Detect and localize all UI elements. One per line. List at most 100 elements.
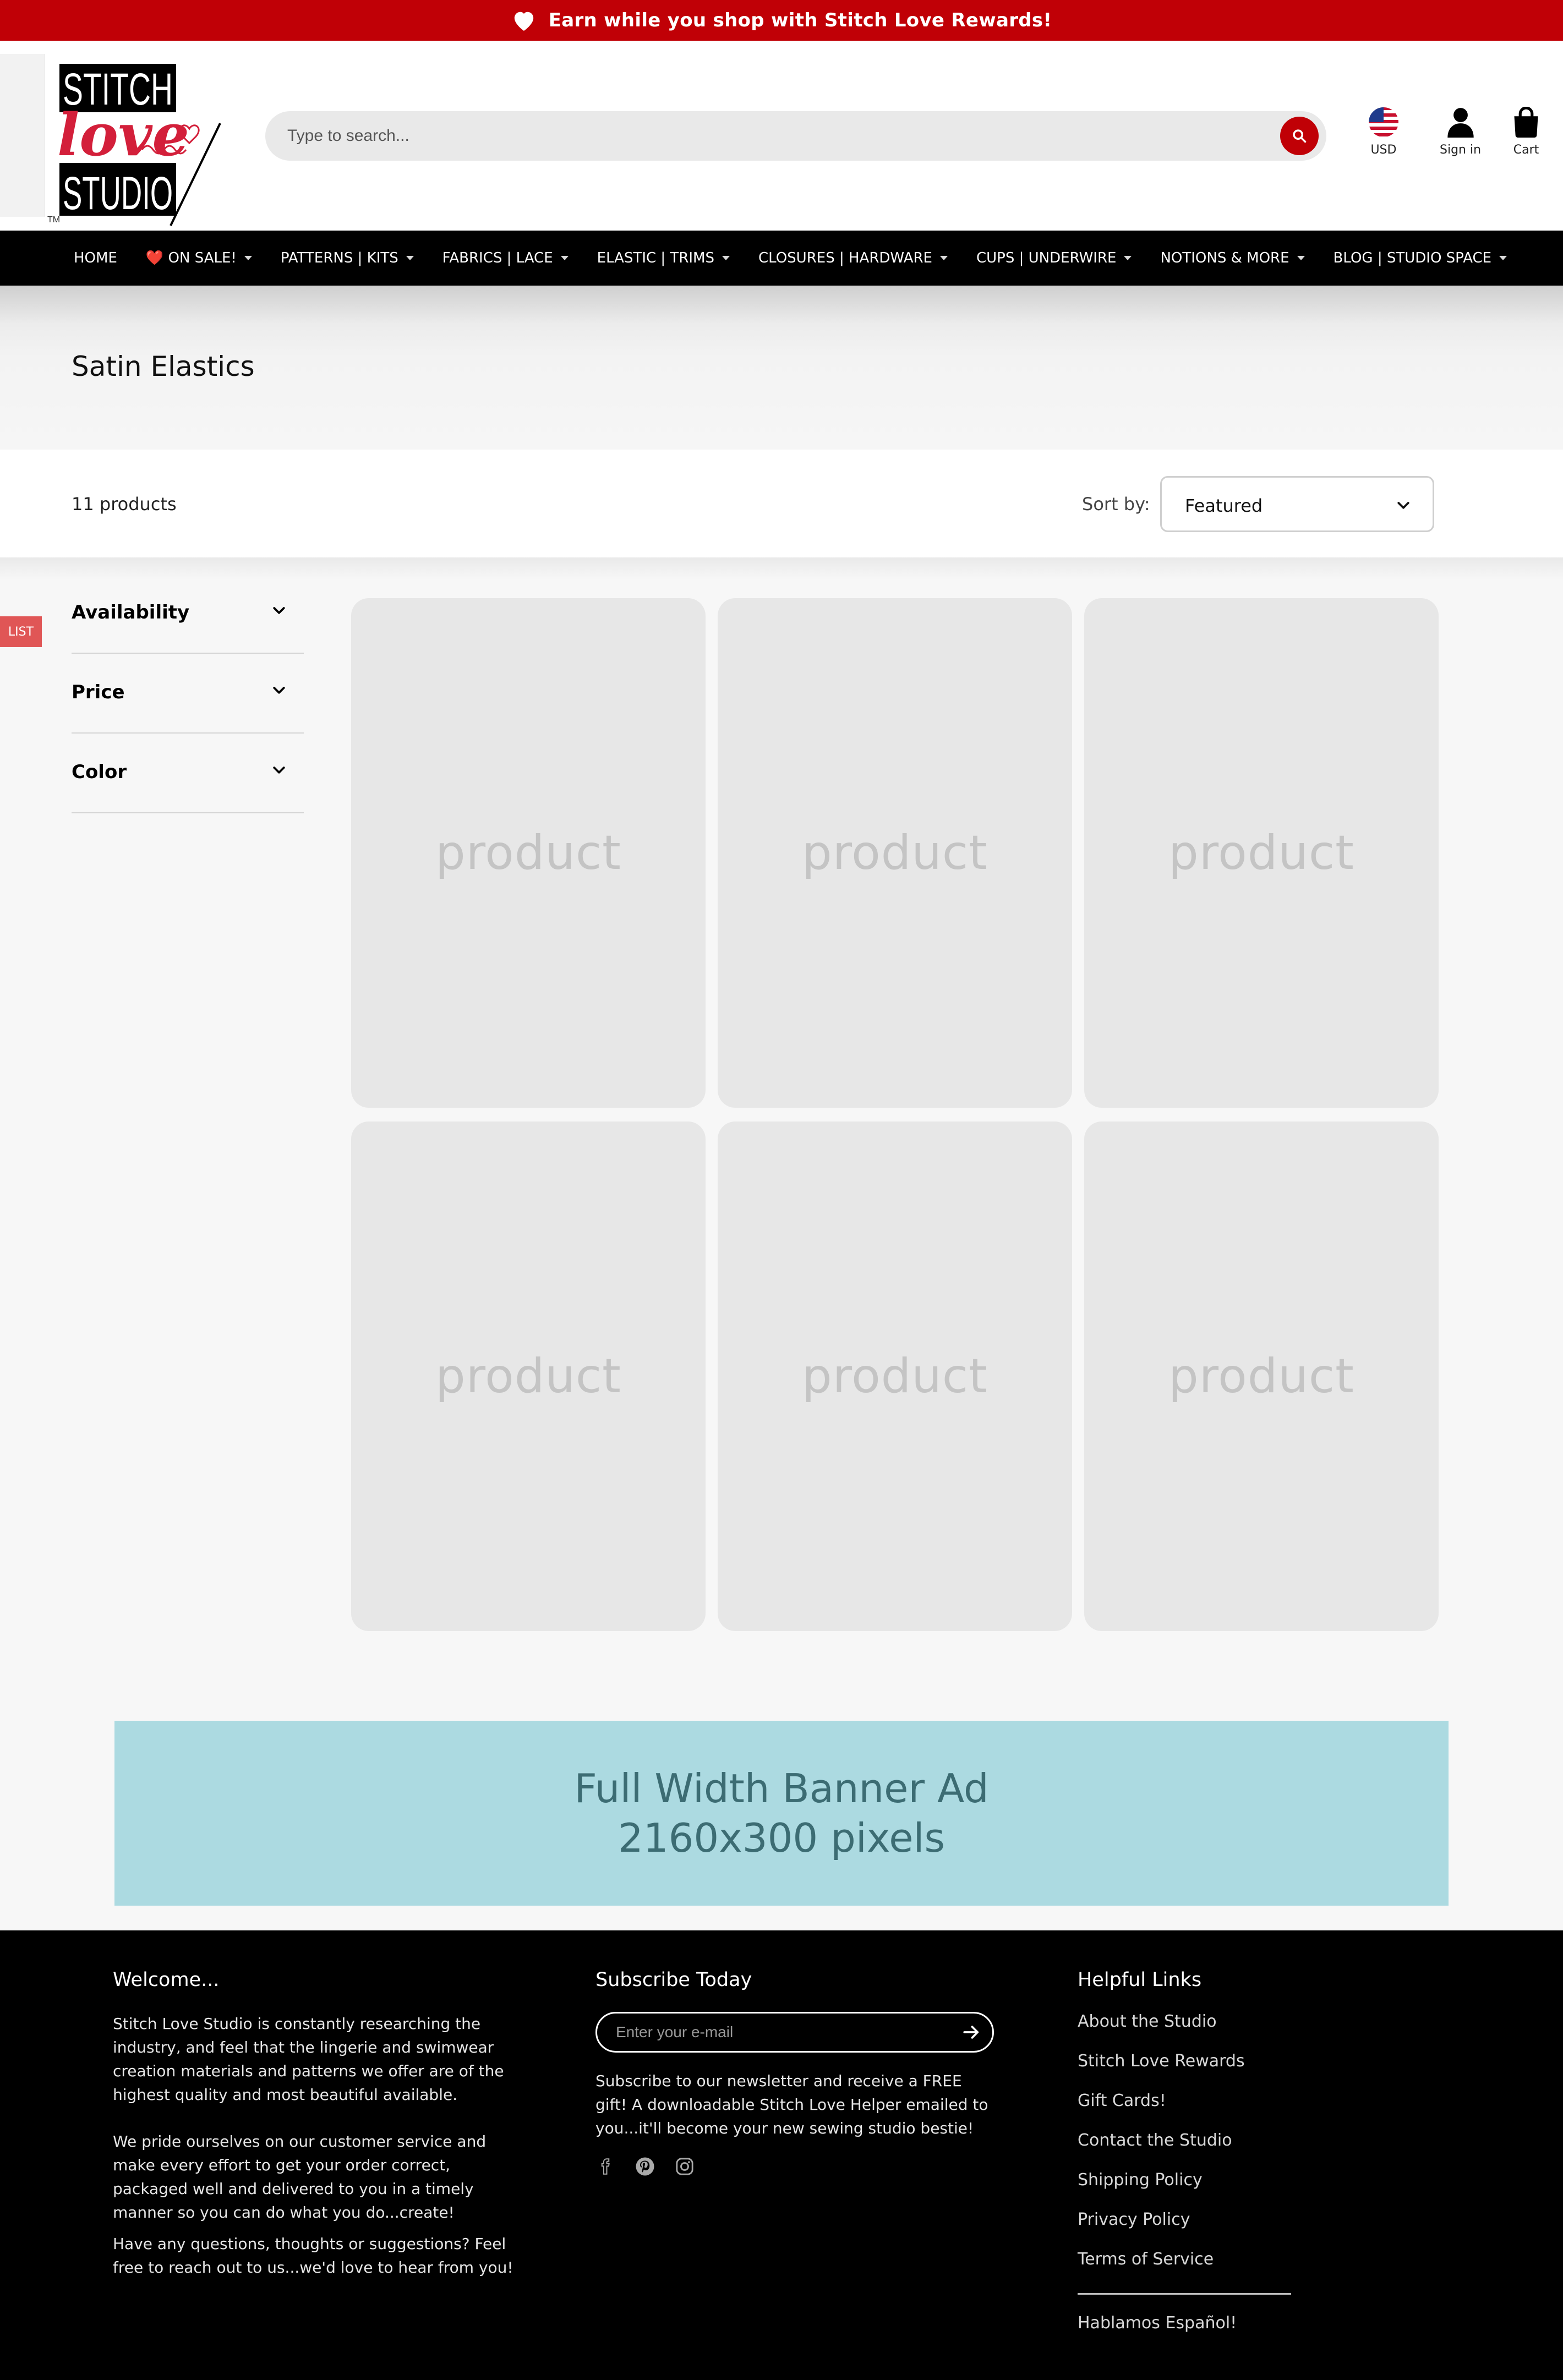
logo-line-2: love (57, 100, 189, 169)
filter-sidebar: Availability Price Color (72, 574, 304, 813)
product-card[interactable]: product (1084, 1121, 1439, 1631)
product-card[interactable]: product (351, 598, 706, 1108)
footer-link-terms[interactable]: Terms of Service (1078, 2250, 1353, 2269)
email-field[interactable] (616, 2014, 946, 2051)
product-count: 11 products (72, 494, 177, 515)
banner-ad[interactable]: Full Width Banner Ad 2160x300 pixels (114, 1721, 1449, 1906)
social-links (595, 2157, 997, 2176)
wishlist-side-tab[interactable]: LIST (0, 616, 42, 647)
currency-selector[interactable]: USD (1368, 107, 1399, 157)
nav-item-notions-more[interactable]: NOTIONS & MORE (1160, 250, 1305, 266)
nav-item-elastic-trims[interactable]: ELASTIC | TRIMS (597, 250, 730, 266)
nav-item-closures-hardware[interactable]: CLOSURES | HARDWARE (758, 250, 948, 266)
footer-link-spanish[interactable]: Hablamos Español! (1078, 2313, 1353, 2333)
newsletter-form (595, 2012, 994, 2053)
search-button[interactable] (1280, 117, 1319, 155)
product-card[interactable]: product (1084, 598, 1439, 1108)
footer-link-contact[interactable]: Contact the Studio (1078, 2131, 1353, 2150)
cart-link[interactable]: Cart (1512, 107, 1540, 157)
facebook-icon[interactable] (595, 2157, 615, 2176)
announcement-text: Earn while you shop with Stitch Love Rew… (548, 9, 1052, 31)
shopping-bag-icon (1514, 107, 1538, 138)
logo-line-3: STUDIO (63, 167, 173, 219)
cart-label: Cart (1513, 143, 1539, 157)
footer-link-rewards[interactable]: Stitch Love Rewards (1078, 2051, 1353, 2071)
nav-item-cups-underwire[interactable]: CUPS | UNDERWIRE (976, 250, 1132, 266)
sign-in-link[interactable]: Sign in (1440, 107, 1481, 157)
caret-down-icon (560, 256, 569, 260)
sort-select[interactable]: Featured (1160, 476, 1434, 532)
footer-subscribe: Subscribe Today Subscribe to our newslet… (595, 1969, 997, 2176)
logo-trademark: TM (47, 215, 60, 225)
nav-item-on-sale[interactable]: ❤️ ON SALE! (146, 250, 252, 266)
site-header: STITCH love STUDIO TM Type to search... … (0, 41, 1563, 231)
caret-down-icon (1499, 256, 1507, 260)
chevron-down-icon (273, 687, 285, 694)
currency-label: USD (1370, 143, 1397, 157)
footer-link-about[interactable]: About the Studio (1078, 2012, 1353, 2031)
instagram-icon[interactable] (675, 2157, 695, 2176)
product-placeholder: product (1168, 825, 1354, 880)
footer-heading: Helpful Links (1078, 1969, 1202, 1991)
sort-selected-value: Featured (1185, 495, 1263, 516)
pinterest-icon[interactable] (635, 2157, 655, 2176)
user-icon (1447, 108, 1474, 138)
header-edge-panel (0, 54, 45, 217)
filter-price[interactable]: Price (72, 654, 304, 734)
heart-icon (514, 12, 533, 31)
footer-heading: Welcome... (113, 1969, 220, 1991)
footer-link-shipping[interactable]: Shipping Policy (1078, 2170, 1353, 2190)
caret-down-icon (940, 256, 948, 260)
collection-toolbar: 11 products Sort by: Featured (0, 450, 1563, 557)
search-bar (265, 111, 1326, 161)
banner-line-1: Full Width Banner Ad (574, 1765, 989, 1812)
chevron-down-icon (1397, 502, 1409, 509)
footer-paragraph: Have any questions, thoughts or suggesti… (113, 2235, 513, 2277)
caret-down-icon (1124, 256, 1132, 260)
caret-down-icon (244, 256, 252, 260)
arrow-right-icon[interactable] (961, 2023, 981, 2042)
filter-availability[interactable]: Availability (72, 574, 304, 654)
filter-label: Price (72, 681, 125, 703)
product-placeholder: product (1168, 1349, 1354, 1404)
filter-color[interactable]: Color (72, 734, 304, 813)
footer-paragraph: We pride ourselves on our customer servi… (113, 2132, 487, 2222)
nav-item-fabrics-lace[interactable]: FABRICS | LACE (442, 250, 569, 266)
footer-welcome: Welcome... Stitch Love Studio is constan… (113, 1969, 520, 2279)
product-placeholder: product (435, 825, 621, 880)
caret-down-icon (722, 256, 730, 260)
collection-header: Satin Elastics (0, 286, 1563, 450)
footer-link-privacy[interactable]: Privacy Policy (1078, 2210, 1353, 2229)
footer-link-gift-cards[interactable]: Gift Cards! (1078, 2091, 1353, 2110)
nav-item-patterns-kits[interactable]: PATTERNS | KITS (281, 250, 414, 266)
announcement-bar[interactable]: Earn while you shop with Stitch Love Rew… (0, 0, 1563, 41)
product-placeholder: product (435, 1349, 621, 1404)
page-title: Satin Elastics (72, 351, 255, 382)
caret-down-icon (1297, 256, 1305, 260)
sort-label: Sort by: (1082, 494, 1150, 515)
product-card[interactable]: product (351, 1121, 706, 1631)
subscribe-text: Subscribe to our newsletter and receive … (595, 2072, 988, 2137)
product-card[interactable]: product (718, 598, 1072, 1108)
side-tab-label: LIST (8, 625, 34, 639)
product-card[interactable]: product (718, 1121, 1072, 1631)
stitch-love-studio-logo[interactable]: STITCH love STUDIO TM (45, 63, 232, 228)
caret-down-icon (406, 256, 414, 260)
filter-label: Color (72, 761, 127, 783)
search-icon (1293, 129, 1307, 143)
filter-label: Availability (72, 601, 190, 623)
nav-item-home[interactable]: HOME (74, 250, 117, 266)
footer-heading: Subscribe Today (595, 1969, 752, 1991)
chevron-down-icon (273, 767, 285, 774)
footer-paragraph: Stitch Love Studio is constantly researc… (113, 2015, 504, 2104)
banner-line-2: 2160x300 pixels (617, 1815, 946, 1861)
us-flag-icon (1369, 107, 1398, 137)
product-placeholder: product (802, 1349, 988, 1404)
product-placeholder: product (802, 825, 988, 880)
nav-item-blog-studio-space[interactable]: BLOG | STUDIO SPACE (1334, 250, 1507, 266)
search-input[interactable] (287, 111, 1256, 161)
footer-helpful-links: Helpful Links About the Studio Stitch Lo… (1078, 1969, 1353, 2353)
chevron-down-icon (273, 607, 285, 614)
main-nav: HOME ❤️ ON SALE! PATTERNS | KITS FABRICS… (0, 231, 1563, 286)
sign-in-label: Sign in (1440, 143, 1482, 157)
